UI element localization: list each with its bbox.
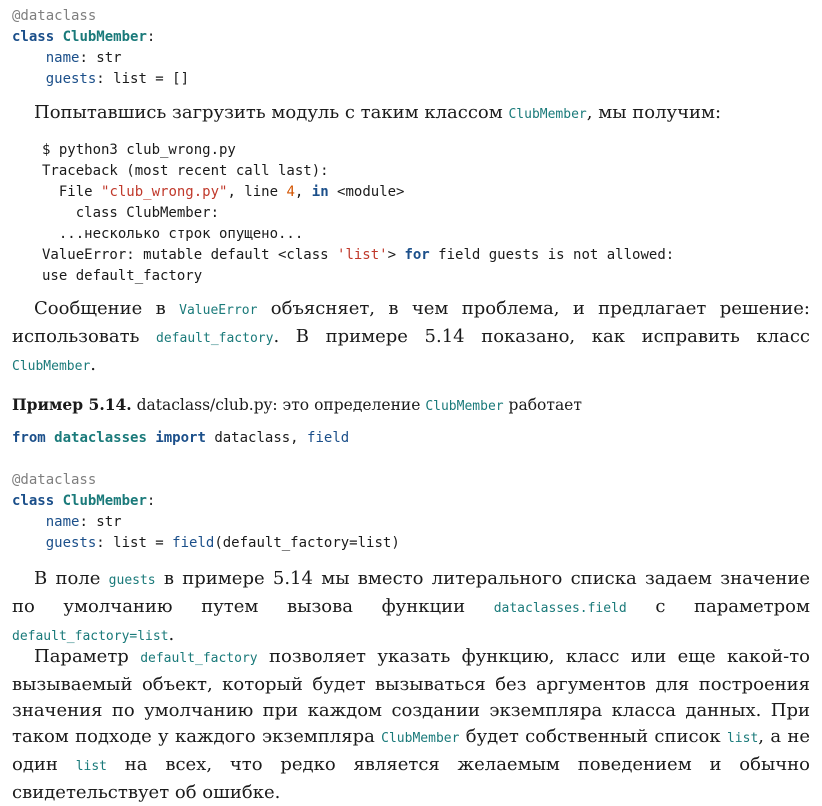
inline-code: ClubMember — [508, 107, 587, 122]
code-keyword-class: class — [12, 29, 55, 45]
book-page: @dataclass class ClubMember: name: str g… — [0, 0, 822, 804]
code-decorator: @dataclass — [12, 8, 97, 24]
code-attr-guests: guests — [45, 71, 97, 87]
paragraph-load-module: Попытавшись загрузить модуль с таким кла… — [34, 102, 722, 123]
paragraph-guests-field: В поле guests в примере 5.14 мы вместо л… — [12, 568, 811, 645]
paragraph-default-factory: Параметр default_factory позволяет указа… — [12, 646, 811, 803]
example-label: Пример 5.14. — [12, 395, 132, 414]
example-caption: Пример 5.14. dataclass/club.py: это опре… — [12, 395, 582, 414]
code-block-clubmember-fixed: from dataclasses import dataclass, field… — [12, 430, 400, 551]
paragraph-valueerror-explanation: Сообщение в ValueError объясняет, в чем … — [12, 298, 810, 375]
console-output: $ python3 club_wrong.py Traceback (most … — [42, 142, 675, 284]
code-class-name: ClubMember — [62, 29, 147, 45]
code-block-clubmember-wrong: @dataclass class ClubMember: name: str g… — [12, 8, 190, 87]
code-attr-name: name — [45, 50, 80, 66]
